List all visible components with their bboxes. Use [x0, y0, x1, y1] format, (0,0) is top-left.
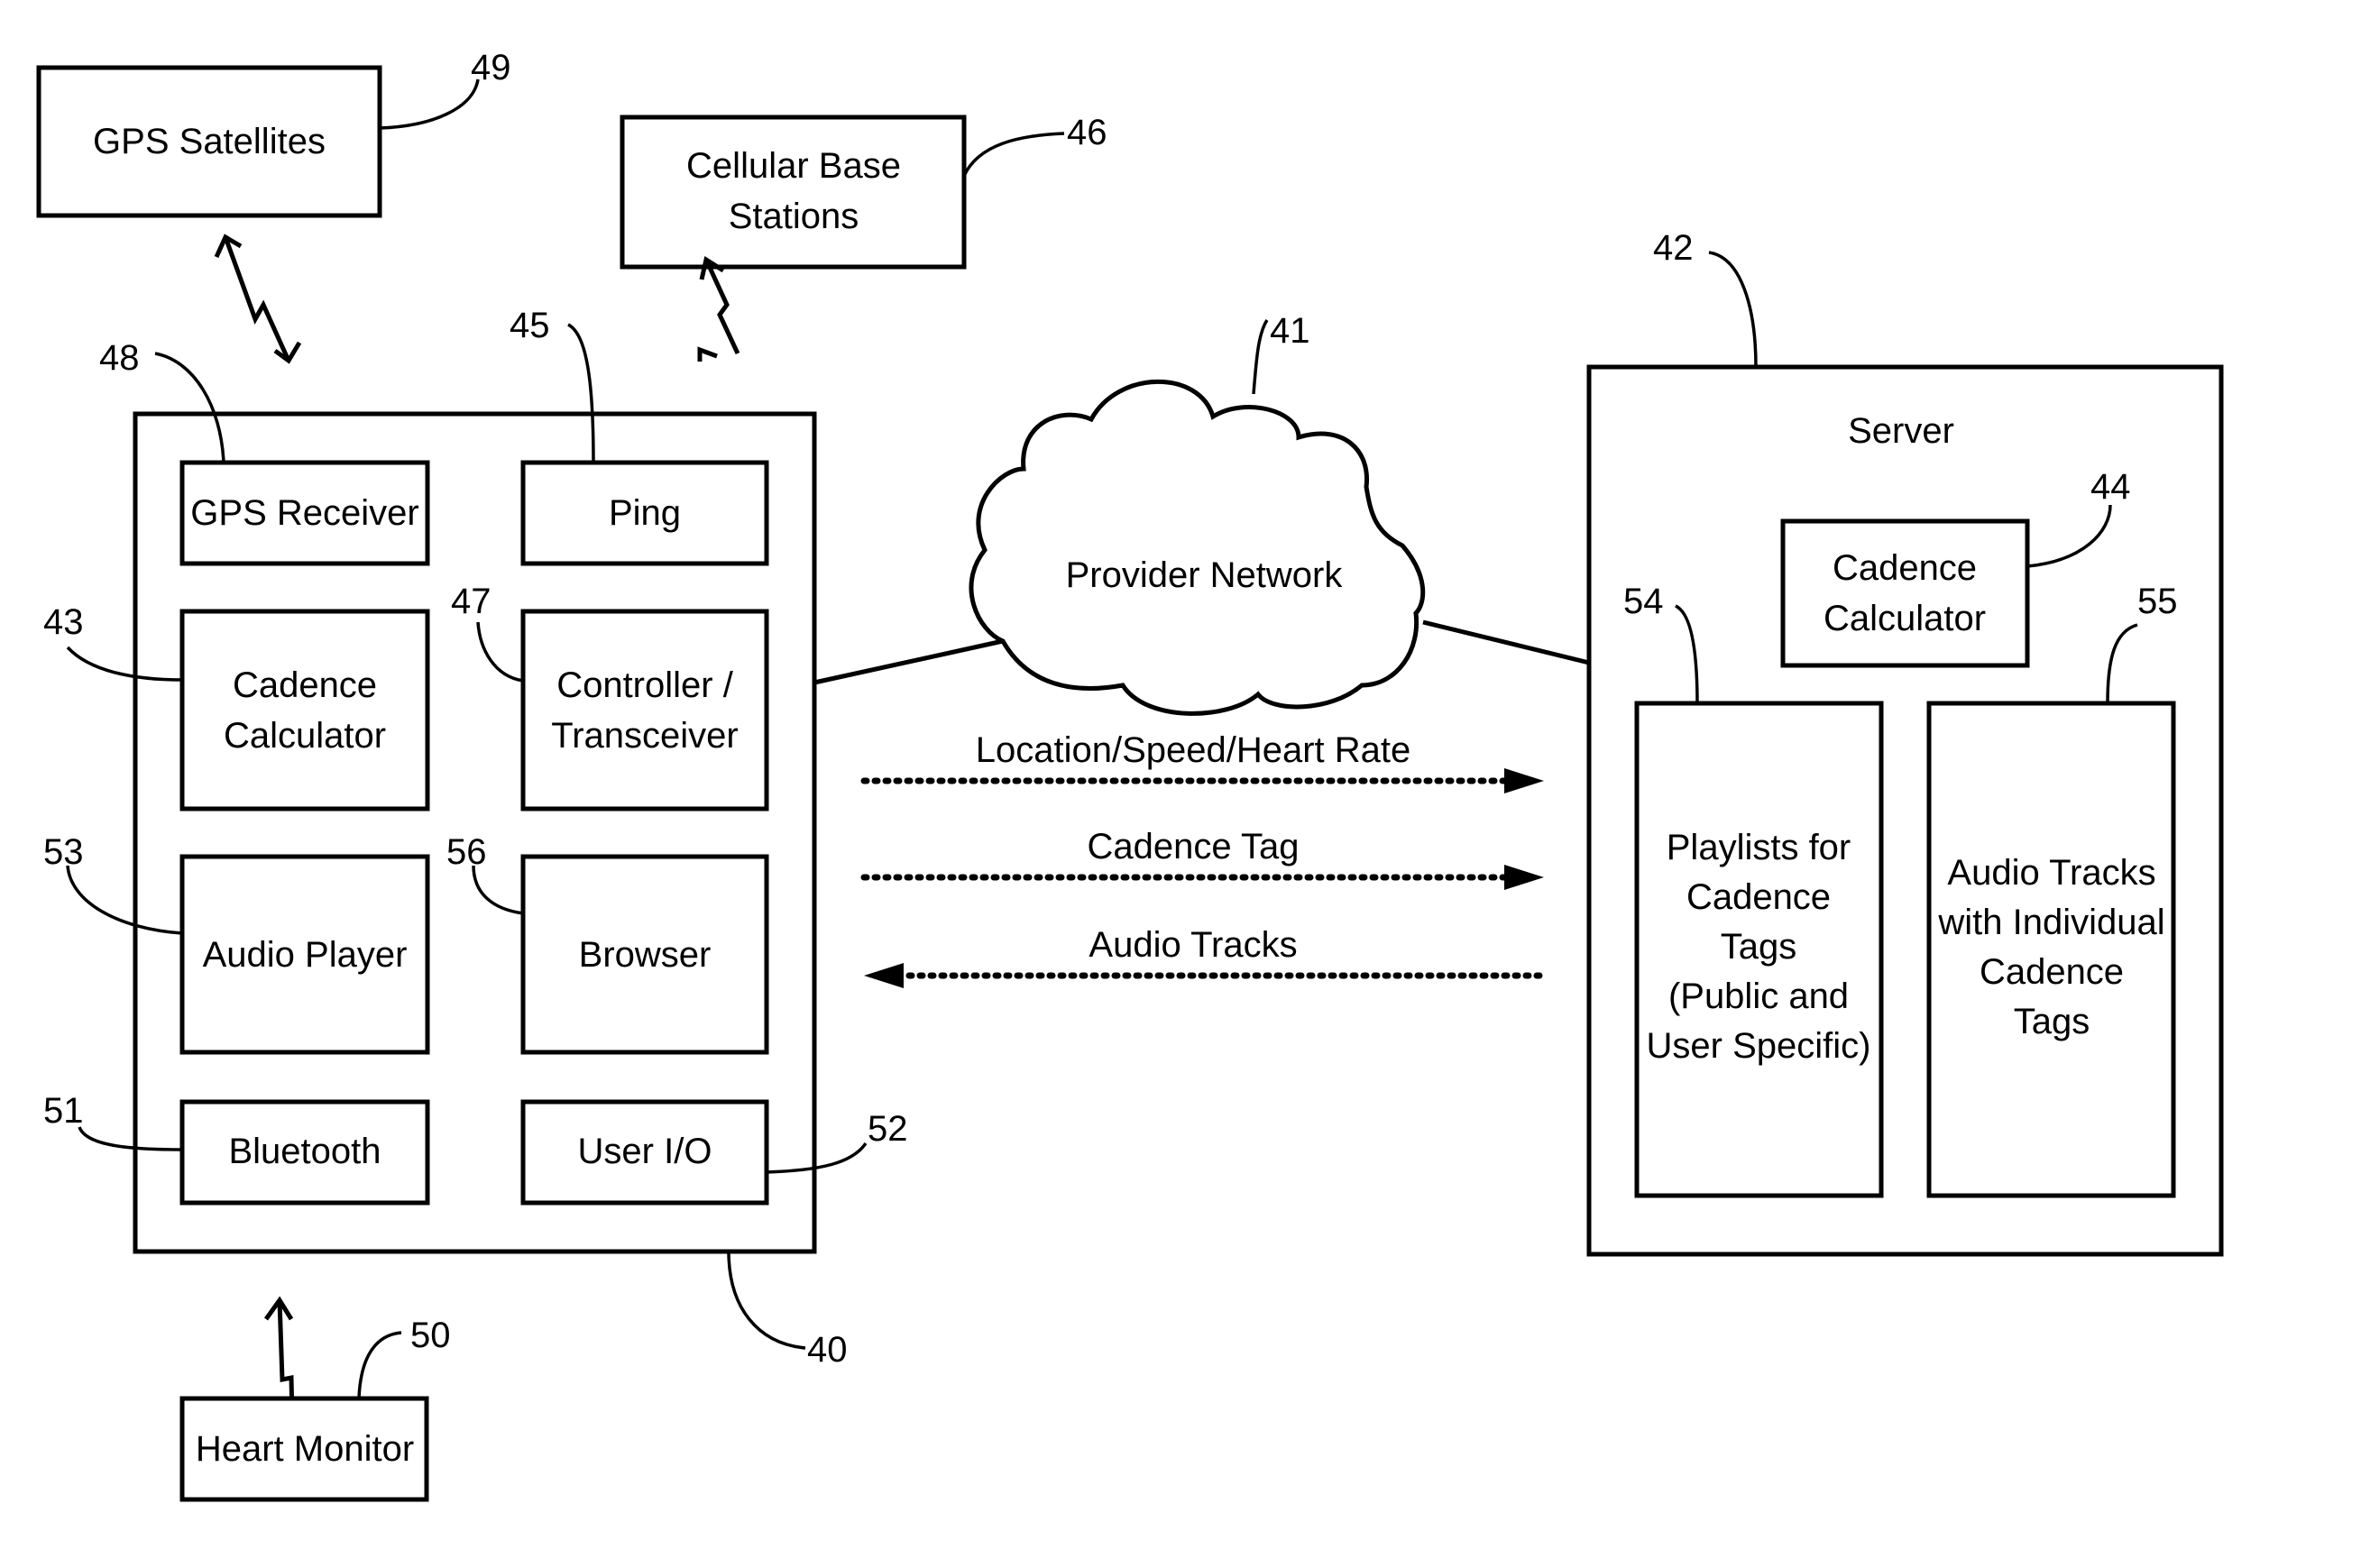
- audio-tracks-line: Cadence: [1980, 952, 2124, 992]
- cloud-shape: [969, 379, 1426, 716]
- ref-45: 45: [510, 306, 550, 345]
- ref-50: 50: [410, 1316, 451, 1355]
- cellular-label-line1: Cellular Base: [686, 146, 901, 186]
- bluetooth-block: Bluetooth 51: [43, 1091, 430, 1206]
- cellular-label-line2: Stations: [729, 197, 859, 236]
- flow-label: Location/Speed/Heart Rate: [976, 730, 1411, 770]
- cadence-calculator-line2: Calculator: [224, 716, 386, 756]
- cellular-base-stations-node: Cellular Base Stations 46: [620, 113, 1107, 270]
- gps-satellites-node: GPS Satellites 49: [36, 48, 511, 218]
- ref-53: 53: [43, 832, 84, 872]
- ref-54: 54: [1623, 582, 1664, 621]
- server-cadence-line2: Calculator: [1824, 599, 1986, 638]
- audio-player-block: Audio Player 53: [43, 832, 430, 1055]
- gps-satellites-label: GPS Satellites: [93, 122, 326, 161]
- mobile-device-node: GPS Receiver 48 Ping 45 Cadence Calculat…: [43, 306, 908, 1370]
- ref-46: 46: [1067, 113, 1107, 152]
- flow-label: Cadence Tag: [1088, 827, 1300, 867]
- playlists-line: (Public and: [1668, 977, 1849, 1016]
- user-io-label: User I/O: [578, 1132, 712, 1171]
- ref-48: 48: [99, 338, 140, 378]
- heart-monitor-label: Heart Monitor: [196, 1429, 414, 1469]
- controller-label-line2: Transceiver: [551, 716, 738, 756]
- bluetooth-label: Bluetooth: [228, 1132, 381, 1171]
- server-node: Server 42 Cadence Calculator 44 Playlist…: [1586, 228, 2224, 1257]
- ref-44: 44: [2090, 467, 2131, 507]
- server-label: Server: [1848, 411, 1954, 451]
- flow-label: Audio Tracks: [1089, 925, 1297, 965]
- audio-player-label: Audio Player: [203, 935, 408, 975]
- system-diagram: GPS Satellites 49 Cellular Base Stations…: [36, 48, 2224, 1502]
- gps-receiver-label: GPS Receiver: [190, 493, 418, 533]
- ref-51: 51: [43, 1091, 84, 1131]
- cellular-wireless-link-icon: [697, 255, 740, 362]
- ref-55: 55: [2137, 582, 2178, 621]
- flow-location-speed-heart-rate: Location/Speed/Heart Rate: [860, 730, 1544, 793]
- user-io-block: User I/O 52: [520, 1099, 908, 1206]
- ref-49: 49: [471, 48, 511, 87]
- ref-41: 41: [1270, 311, 1310, 351]
- gps-wireless-link-icon: [214, 234, 302, 364]
- ref-52: 52: [868, 1109, 908, 1149]
- arrowhead-right-icon: [1504, 865, 1544, 890]
- ref-42: 42: [1653, 228, 1694, 268]
- playlists-line: Tags: [1721, 927, 1797, 967]
- ping-label: Ping: [609, 493, 681, 533]
- flow-audio-tracks: Audio Tracks: [864, 925, 1548, 988]
- audio-tracks-line: Tags: [2014, 1002, 2090, 1041]
- cadence-calculator-line1: Cadence: [233, 665, 377, 705]
- heart-monitor-node: Heart Monitor 50: [179, 1316, 451, 1502]
- controller-label-line1: Controller /: [556, 665, 734, 705]
- audio-tracks-line: Audio Tracks: [1947, 853, 2155, 893]
- server-cadence-line1: Cadence: [1833, 548, 1977, 588]
- arrowhead-right-icon: [1504, 768, 1544, 793]
- ref-43: 43: [43, 602, 84, 642]
- ref-40: 40: [807, 1330, 848, 1370]
- flow-cadence-tag: Cadence Tag: [860, 827, 1544, 890]
- playlists-line: Cadence: [1686, 877, 1831, 917]
- playlists-line: User Specific): [1647, 1026, 1871, 1066]
- ref-47: 47: [451, 582, 491, 621]
- arrowhead-left-icon: [864, 963, 904, 988]
- browser-label: Browser: [579, 935, 712, 975]
- provider-network-label: Provider Network: [1066, 555, 1344, 595]
- ref-56: 56: [446, 832, 487, 872]
- audio-tracks-line: with Individual: [1937, 903, 2164, 942]
- cadence-calculator-block: Cadence Calculator 43: [43, 602, 430, 812]
- provider-network-node: Provider Network 41: [813, 311, 1590, 716]
- playlists-line: Playlists for: [1667, 828, 1851, 867]
